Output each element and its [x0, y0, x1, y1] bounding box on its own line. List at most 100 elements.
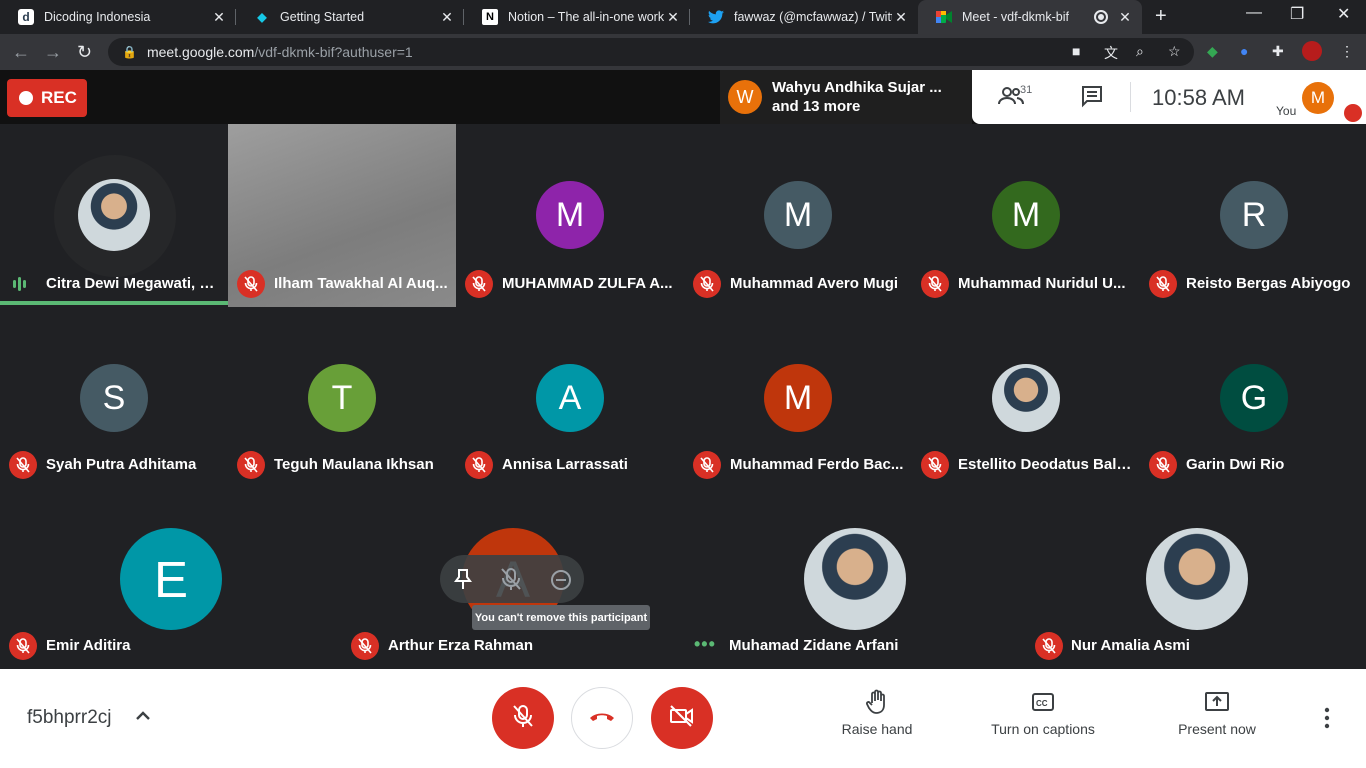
minimize-icon[interactable]: —	[1246, 4, 1262, 22]
self-avatar[interactable]: M	[1302, 82, 1334, 114]
more-options-icon[interactable]	[1324, 707, 1330, 734]
participant-name: MUHAMMAD ZULFA A...	[502, 275, 673, 292]
speaker-avatar: W	[728, 80, 762, 114]
mic-off-icon	[1149, 451, 1177, 479]
meeting-code[interactable]: f5bhprr2cj	[27, 707, 112, 729]
participant-avatar: S	[80, 364, 148, 432]
participant-avatar: T	[308, 364, 376, 432]
present-icon	[1152, 689, 1282, 715]
leave-call-button[interactable]	[571, 687, 633, 749]
meet-top-bar: REC W Wahyu Andhika Sujar ... and 13 mor…	[0, 70, 1366, 124]
close-icon[interactable]: ✕	[1116, 9, 1134, 26]
bookmark-star-icon[interactable]: ☆	[1168, 43, 1181, 60]
extension-drive-icon[interactable]: ◆	[1207, 43, 1218, 60]
participant-avatar: M	[764, 364, 832, 432]
close-icon[interactable]: ✕	[210, 9, 228, 26]
self-mic-off-icon	[1344, 104, 1362, 122]
captions-icon: CC	[978, 689, 1108, 715]
pin-icon[interactable]	[454, 568, 472, 595]
camera-blocked-icon[interactable]: ■	[1072, 43, 1080, 59]
restore-icon[interactable]: ❐	[1290, 4, 1304, 24]
meet-icon	[936, 9, 952, 25]
translate-icon[interactable]: 文	[1104, 43, 1118, 63]
mic-off-icon	[921, 270, 949, 298]
speaking-indicator-icon	[13, 277, 26, 291]
participant-name: Muhammad Ferdo Bac...	[730, 456, 904, 473]
tab-getting-started[interactable]: ◆ Getting Started ✕	[236, 0, 464, 34]
remove-participant-icon[interactable]	[550, 569, 572, 596]
participant-avatar: E	[120, 528, 222, 630]
mic-off-icon	[511, 703, 535, 734]
hang-up-icon	[588, 709, 616, 728]
zoom-icon[interactable]: ⌕	[1136, 43, 1144, 60]
recording-badge: REC	[7, 79, 87, 117]
chat-icon[interactable]	[1080, 84, 1104, 113]
active-speaker-chip[interactable]: W Wahyu Andhika Sujar ... and 13 more	[720, 70, 972, 124]
tab-title: Getting Started	[280, 10, 365, 24]
more-dots-icon: •••	[694, 634, 716, 654]
twitter-icon	[708, 9, 724, 25]
participant-avatar: R	[1220, 181, 1288, 249]
svg-text:CC: CC	[1036, 699, 1048, 708]
participant-count: 31	[1020, 84, 1033, 96]
tab-twitter[interactable]: fawwaz (@mcfawwaz) / Twitter ✕	[690, 0, 918, 34]
participant-name: Syah Putra Adhitama	[46, 456, 197, 473]
close-icon[interactable]: ✕	[664, 9, 682, 26]
mic-off-icon	[9, 451, 37, 479]
url-host: meet.google.com	[146, 44, 255, 60]
tab-title: Dicoding Indonesia	[44, 10, 151, 24]
cube-icon: ◆	[257, 10, 267, 24]
back-icon[interactable]: ←	[12, 42, 30, 63]
participant-name: Arthur Erza Rahman	[388, 637, 534, 654]
participant-photo	[992, 364, 1060, 432]
tab-title: Meet - vdf-dkmk-bif	[962, 10, 1069, 24]
forward-icon[interactable]: →	[44, 42, 62, 63]
mic-off-icon	[1035, 632, 1063, 660]
participant-name: Reisto Bergas Abiyogo	[1186, 275, 1351, 292]
present-label: Present now	[1178, 721, 1256, 737]
window-close-icon[interactable]: ✕	[1337, 4, 1350, 24]
mic-off-icon	[237, 270, 265, 298]
extensions-puzzle-icon[interactable]: ✚	[1272, 43, 1284, 60]
chevron-up-icon[interactable]	[134, 707, 152, 730]
speaking-underline	[0, 301, 228, 305]
participant-name: Muhamad Zidane Arfani	[729, 637, 899, 654]
tab-dicoding[interactable]: d Dicoding Indonesia ✕	[0, 0, 236, 34]
reload-icon[interactable]: ↻	[77, 42, 92, 63]
captions-label: Turn on captions	[991, 721, 1095, 737]
bottom-control-bar: f5bhprr2cj Raise hand CC Turn on caption…	[0, 669, 1366, 768]
tab-title: fawwaz (@mcfawwaz) / Twitter	[734, 10, 892, 24]
present-now-button[interactable]: Present now	[1152, 689, 1282, 737]
participant-avatar: M	[992, 181, 1060, 249]
tab-notion[interactable]: N Notion – The all-in-one worksp ✕	[464, 0, 690, 34]
camera-toggle-button[interactable]	[651, 687, 713, 749]
meeting-clock: 10:58 AM	[1152, 85, 1245, 110]
participant-avatar: G	[1220, 364, 1288, 432]
raise-hand-label: Raise hand	[841, 721, 913, 737]
close-icon[interactable]: ✕	[892, 9, 910, 26]
rec-label: REC	[41, 88, 77, 107]
participant-name: Muhammad Avero Mugi	[730, 275, 899, 292]
recording-indicator-icon	[1094, 10, 1108, 24]
mic-off-icon	[921, 451, 949, 479]
raise-hand-button[interactable]: Raise hand	[812, 689, 942, 737]
participant-avatar: M	[764, 181, 832, 249]
mic-off-icon	[465, 451, 493, 479]
browser-menu-icon[interactable]: ⋮	[1340, 43, 1354, 60]
mic-toggle-button[interactable]	[492, 687, 554, 749]
mic-off-icon	[351, 632, 379, 660]
tab-meet[interactable]: Meet - vdf-dkmk-bif ✕	[918, 0, 1142, 34]
participant-name: Ilham Tawakhal Al Auq...	[274, 275, 448, 292]
extension-globe-icon[interactable]: ●	[1240, 43, 1248, 59]
record-dot-icon	[19, 91, 33, 105]
profile-avatar[interactable]	[1302, 41, 1322, 61]
close-icon[interactable]: ✕	[438, 9, 456, 26]
participant-photo	[1146, 528, 1248, 630]
new-tab-icon[interactable]: +	[1155, 5, 1167, 28]
url-input[interactable]: 🔒 meet.google.com/vdf-dkmk-bif?authuser=…	[108, 38, 1194, 66]
mute-participant-icon[interactable]	[500, 567, 522, 596]
mic-off-icon	[693, 270, 721, 298]
mic-off-icon	[693, 451, 721, 479]
captions-button[interactable]: CC Turn on captions	[978, 689, 1108, 737]
you-label: You	[1276, 104, 1297, 118]
